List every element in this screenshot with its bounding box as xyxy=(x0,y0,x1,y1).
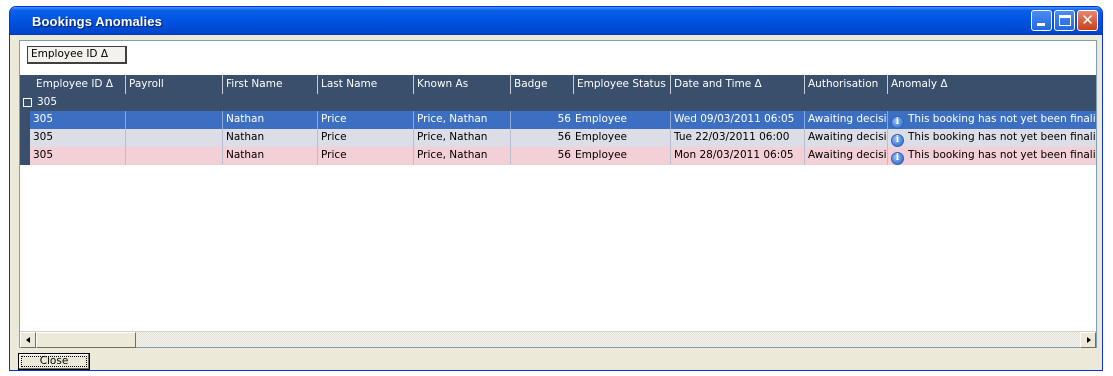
column-header-employee-id[interactable]: Employee ID Δ xyxy=(30,75,125,94)
cell-payroll xyxy=(125,111,222,129)
cell-payroll xyxy=(125,129,222,147)
maximize-button[interactable] xyxy=(1054,10,1075,31)
cell-payroll xyxy=(125,147,222,165)
column-header-date-and-time[interactable]: Date and Time Δ xyxy=(670,75,804,94)
scroll-left-button[interactable] xyxy=(20,332,36,348)
minimize-icon xyxy=(1037,23,1045,26)
cell-employee-status: Employee xyxy=(575,113,628,125)
cell-last-name: Price xyxy=(317,111,413,129)
group-by-area[interactable]: Employee ID Δ xyxy=(20,41,1096,75)
cell-authorisation: Awaiting decision xyxy=(804,111,887,129)
cell-last-name: Price xyxy=(317,147,413,165)
window-title: Bookings Anomalies xyxy=(32,13,162,29)
group-row-305[interactable]: 305 xyxy=(20,94,1096,111)
arrow-right-icon xyxy=(1087,337,1091,343)
info-icon: i xyxy=(891,152,904,165)
cell-date-and-time: Wed 09/03/2011 06:05 xyxy=(670,111,804,129)
column-header-authorisation[interactable]: Authorisation xyxy=(804,75,887,94)
cell-first-name: Nathan xyxy=(222,129,317,147)
title-bar[interactable]: Bookings Anomalies ✕ xyxy=(10,7,1102,35)
close-icon: ✕ xyxy=(1081,11,1094,29)
close-button[interactable]: Close xyxy=(18,353,90,370)
horizontal-scrollbar[interactable] xyxy=(20,331,1096,348)
cell-employee-id: 305 xyxy=(33,113,54,125)
cell-first-name: Nathan xyxy=(222,147,317,165)
bookings-grid: Employee ID Δ Employee ID Δ Payroll Firs… xyxy=(19,40,1097,348)
row-indicator-header xyxy=(20,75,30,94)
column-header-anomaly[interactable]: Anomaly Δ xyxy=(887,75,1096,94)
row-indicator-column xyxy=(20,111,30,165)
column-header-first-name[interactable]: First Name xyxy=(222,75,317,94)
scrollbar-thumb[interactable] xyxy=(36,332,136,348)
cell-anomaly: i This booking has not yet been finalised… xyxy=(887,129,1096,147)
cell-date-and-time: Tue 22/03/2011 06:00 xyxy=(670,129,804,147)
cell-known-as: Price, Nathan xyxy=(413,111,510,129)
cell-badge: 56 xyxy=(510,147,573,165)
column-header-row: Employee ID Δ Payroll First Name Last Na… xyxy=(20,75,1096,94)
column-header-employee-status[interactable]: Employee Status xyxy=(573,75,670,94)
cell-known-as: Price, Nathan xyxy=(413,147,510,165)
cell-date-and-time: Mon 28/03/2011 06:05 xyxy=(670,147,804,165)
scroll-right-button[interactable] xyxy=(1080,332,1096,348)
cell-employee-status: Employee xyxy=(575,149,628,161)
table-row[interactable]: 305 Nathan Price Price, Nathan 56 Employ… xyxy=(30,111,1096,129)
cell-known-as: Price, Nathan xyxy=(413,129,510,147)
info-icon: i xyxy=(891,134,904,147)
cell-anomaly: i This booking has not yet been finalised… xyxy=(887,111,1096,129)
info-icon: i xyxy=(891,116,904,129)
group-label: 305 xyxy=(37,96,58,108)
maximize-icon xyxy=(1059,15,1071,26)
cell-badge: 56 xyxy=(510,111,573,129)
cell-employee-id: 305 xyxy=(33,131,54,143)
minimize-button[interactable] xyxy=(1031,10,1052,31)
table-row[interactable]: 305 Nathan Price Price, Nathan 56 Employ… xyxy=(30,147,1096,165)
anomaly-text: This booking has not yet been finalised. xyxy=(908,113,1096,125)
group-by-chip-employee-id[interactable]: Employee ID Δ xyxy=(27,46,127,64)
arrow-left-icon xyxy=(26,337,30,343)
anomaly-text: This booking has not yet been finalised. xyxy=(908,149,1096,161)
window-controls: ✕ xyxy=(1031,10,1098,31)
bookings-anomalies-window: Bookings Anomalies ✕ Employee ID Δ Emplo… xyxy=(9,6,1103,371)
close-window-button[interactable]: ✕ xyxy=(1077,10,1098,31)
column-header-badge[interactable]: Badge xyxy=(510,75,573,94)
cell-employee-id: 305 xyxy=(33,149,54,161)
cell-employee-status: Employee xyxy=(575,131,628,143)
column-header-payroll[interactable]: Payroll xyxy=(125,75,222,94)
table-row[interactable]: 305 Nathan Price Price, Nathan 56 Employ… xyxy=(30,129,1096,147)
cell-last-name: Price xyxy=(317,129,413,147)
cell-authorisation: Awaiting decision xyxy=(804,129,887,147)
cell-anomaly: i This booking has not yet been finalised… xyxy=(887,147,1096,165)
group-collapse-toggle[interactable] xyxy=(23,98,32,107)
anomaly-text: This booking has not yet been finalised. xyxy=(908,131,1096,143)
cell-authorisation: Awaiting decision xyxy=(804,147,887,165)
cell-first-name: Nathan xyxy=(222,111,317,129)
column-header-known-as[interactable]: Known As xyxy=(413,75,510,94)
column-header-last-name[interactable]: Last Name xyxy=(317,75,413,94)
window-content: Employee ID Δ Employee ID Δ Payroll Firs… xyxy=(10,35,1102,370)
cell-badge: 56 xyxy=(510,129,573,147)
